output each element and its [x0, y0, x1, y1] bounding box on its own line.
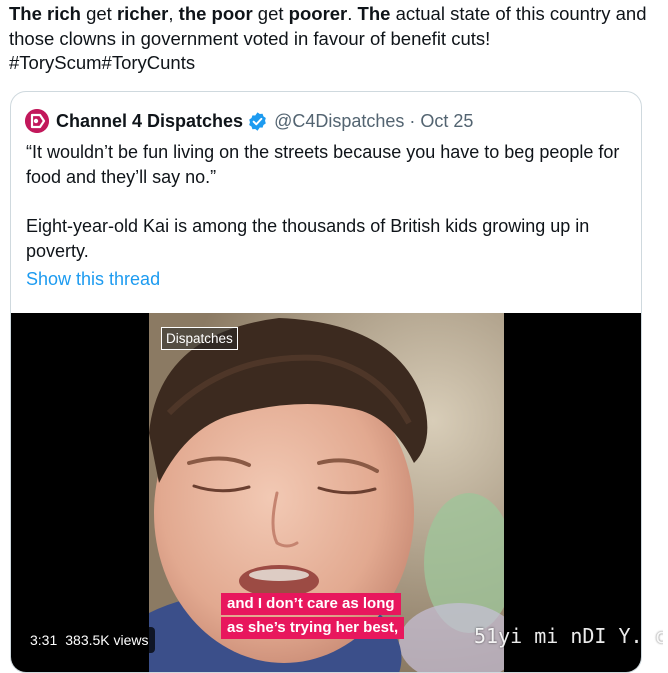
tweet-text-segment: , [168, 3, 179, 24]
dispatches-badge: Dispatches [161, 327, 238, 350]
video-player[interactable]: Dispatches and I don’t care as long as s… [11, 313, 641, 672]
watermark: 51yi mi nDI Y. co [474, 624, 668, 648]
separator-dot: · [409, 110, 416, 131]
channel4-logo-icon [25, 109, 49, 133]
subtitle-line-1: and I don’t care as long [221, 593, 401, 615]
avatar[interactable] [25, 109, 49, 133]
video-meta-overlay: 3:31 383.5K views [24, 627, 155, 653]
video-frame[interactable]: Dispatches and I don’t care as long as s… [149, 313, 504, 672]
quoted-tweet-card[interactable]: Channel 4 Dispatches @C4Dispatches · Oct… [10, 91, 642, 673]
quoted-paragraph-2: Eight-year-old Kai is among the thousand… [26, 216, 590, 261]
tweet-text-segment: The rich [9, 3, 81, 24]
video-views: 383.5K views [65, 632, 149, 648]
tweet-text-segment: The [357, 3, 391, 24]
tweet-text-segment: get [80, 3, 117, 24]
quoted-date[interactable]: Oct 25 [420, 111, 473, 132]
verified-badge-icon [249, 111, 266, 131]
quoted-handle[interactable]: @C4Dispatches [274, 111, 404, 132]
quoted-tweet-body: “It wouldn’t be fun living on the street… [26, 140, 631, 263]
video-subtitle: and I don’t care as long as she’s trying… [221, 593, 405, 641]
tweet-text-segment: . [347, 3, 358, 24]
quoted-tweet-header: Channel 4 Dispatches @C4Dispatches · Oct… [25, 108, 473, 134]
show-thread-link[interactable]: Show this thread [26, 269, 160, 290]
quoted-display-name[interactable]: Channel 4 Dispatches [56, 111, 243, 132]
page-edge [663, 0, 668, 659]
tweet-text-segment: poorer [288, 3, 348, 24]
quoted-paragraph-1: “It wouldn’t be fun living on the street… [26, 142, 620, 187]
tweet-text-segment: richer [116, 3, 169, 24]
video-duration: 3:31 [30, 632, 58, 648]
subtitle-line-2: as she’s trying her best, [221, 617, 405, 639]
tweet-text: The rich get richer, the poor get poorer… [9, 2, 659, 76]
tweet-text-segment: get [252, 3, 289, 24]
tweet-text-segment: the poor [178, 3, 253, 24]
